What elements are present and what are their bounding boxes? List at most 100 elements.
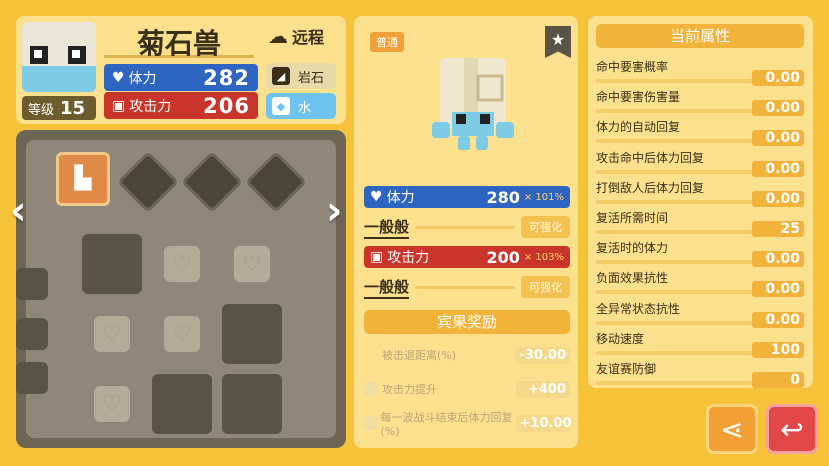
rarity-badge: 普通 xyxy=(370,32,404,52)
attribute-label: 体力的自动回复 xyxy=(596,120,681,135)
attribute-value: 0.00 xyxy=(752,311,804,328)
attribute-label: 全异常状态抗性 xyxy=(596,301,681,316)
atk-grade: 一般般 xyxy=(364,276,410,299)
pokemon-avatar[interactable] xyxy=(22,22,96,92)
water-icon: ◆ xyxy=(272,97,290,115)
detail-atk-label: 攻击力 xyxy=(387,250,430,266)
bonus-value-3: +10.00 xyxy=(515,414,572,432)
attribute-row: 移动速度 100 xyxy=(596,328,804,358)
ranged-icon: ☁ xyxy=(268,24,288,48)
attribute-row: 负面效果抗性 0.00 xyxy=(596,267,804,298)
move-slot-3[interactable] xyxy=(152,374,212,434)
attribute-value: 0 xyxy=(752,372,804,388)
slot-active[interactable]: ▙ xyxy=(56,152,110,206)
attribute-row: 体力的自动回复 0.00 xyxy=(596,116,804,147)
attribute-row: 友谊赛防御 0 xyxy=(596,358,804,388)
attribute-label: 攻击命中后体力回复 xyxy=(596,150,705,165)
next-arrow[interactable]: › xyxy=(326,188,342,234)
attribute-row: 攻击命中后体力回复 0.00 xyxy=(596,147,804,177)
bonus-row-1: 被击退距离(%) -30.00 xyxy=(364,344,570,366)
role-label: 远程 xyxy=(292,28,325,47)
detail-hp-value: 280 xyxy=(486,187,520,207)
attribute-label: 复活所需时间 xyxy=(596,211,669,225)
attribute-value: 100 xyxy=(752,341,804,358)
bonus-row-3: 每一波战斗结束后体力回复(%) +10.00 xyxy=(364,411,572,438)
bonus-value-2: +400 xyxy=(516,380,570,398)
level-label: 等级 xyxy=(28,102,55,118)
attribute-label: 负面效果抗性 xyxy=(596,271,669,286)
detail-atk: ▣ 攻击力 200 × 103% xyxy=(364,246,570,268)
heart-slot-5[interactable]: ♡ xyxy=(94,386,130,422)
attributes-title: 当前属性 xyxy=(596,24,804,48)
attribute-label: 命中要害伤害量 xyxy=(596,90,681,105)
atk-label: 攻击力 xyxy=(129,98,172,115)
hp-value: 282 xyxy=(203,65,250,90)
hp-label: 体力 xyxy=(128,70,157,87)
bonus-check-icon xyxy=(364,416,377,430)
detail-hp-pct: × 101% xyxy=(523,191,564,203)
attribute-value: 0.00 xyxy=(752,130,804,147)
attribute-value: 0.00 xyxy=(752,70,804,86)
side-slot-2[interactable] xyxy=(16,318,48,350)
side-slot-3[interactable] xyxy=(16,362,48,394)
hp-stat: ♥ 体力 282 xyxy=(104,64,258,91)
attribute-value: 0.00 xyxy=(752,281,804,298)
bonus-label-1: 被击退距离(%) xyxy=(382,349,457,362)
level-box: 等级 15 xyxy=(22,96,96,120)
back-button[interactable]: ↩ xyxy=(766,404,818,454)
type-rock[interactable]: ◢ 岩石 xyxy=(266,63,336,89)
heart-icon: ♥ xyxy=(370,189,383,205)
heart-slot-2[interactable]: ♡ xyxy=(234,246,270,282)
attribute-label: 移动速度 xyxy=(596,331,645,346)
attribute-row: 复活时的体力 0.00 xyxy=(596,237,804,268)
detail-atk-value: 200 xyxy=(486,247,520,267)
prev-arrow[interactable]: ‹ xyxy=(10,188,26,234)
return-icon: ↩ xyxy=(780,412,804,446)
atk-grade-bar xyxy=(415,285,515,289)
attribute-label: 友谊赛防御 xyxy=(596,362,657,376)
atk-value: 206 xyxy=(203,93,250,118)
bonus-value-1: -30.00 xyxy=(515,346,570,364)
hp-grade-row: 一般般 可强化 xyxy=(364,216,570,239)
attribute-label: 命中要害概率 xyxy=(596,60,669,74)
move-slot-2[interactable] xyxy=(222,304,282,364)
hp-upgrade-button[interactable]: 可强化 xyxy=(521,216,570,238)
detail-atk-pct: × 103% xyxy=(523,251,564,263)
rock-icon: ◢ xyxy=(272,67,290,85)
heart-slot-4[interactable]: ♡ xyxy=(164,316,200,352)
heart-slot-1[interactable]: ♡ xyxy=(164,246,200,282)
move-slot-4[interactable] xyxy=(222,374,282,434)
attribute-value: 25 xyxy=(752,221,804,237)
heart-icon: ♥ xyxy=(112,69,125,86)
attribute-value: 0.00 xyxy=(752,190,804,207)
type-water-label: 水 xyxy=(298,100,312,116)
pokemon-name: 菊石兽 xyxy=(104,22,254,60)
bonus-label-2: 攻击力提升 xyxy=(382,383,437,396)
level-value: 15 xyxy=(60,97,86,119)
attribute-row: 打倒敌人后体力回复 0.00 xyxy=(596,177,804,207)
attribute-value: 0.00 xyxy=(752,160,804,177)
heart-slot-3[interactable]: ♡ xyxy=(94,316,130,352)
side-slot-1[interactable] xyxy=(16,268,48,300)
bonus-label-3: 每一波战斗结束后体力回复(%) xyxy=(380,410,513,438)
bonus-check-icon xyxy=(364,382,378,396)
bingo-bonus-title: 宾果奖励 xyxy=(364,310,570,334)
attribute-value: 0.00 xyxy=(752,251,804,268)
role-indicator: ☁ 远程 xyxy=(268,24,324,48)
move-slot-1[interactable] xyxy=(82,234,142,294)
detail-hp-label: 体力 xyxy=(386,190,415,206)
atk-stat: ▣ 攻击力 206 xyxy=(104,92,258,119)
bonus-row-2: 攻击力提升 +400 xyxy=(364,378,570,400)
attack-icon: ▣ xyxy=(370,249,384,265)
share-button[interactable]: ⋖ xyxy=(706,404,758,454)
attribute-label: 打倒敌人后体力回复 xyxy=(596,180,705,195)
attribute-row: 命中要害概率 0.00 xyxy=(596,56,804,86)
type-water[interactable]: ◆ 水 xyxy=(266,93,336,119)
atk-grade-row: 一般般 可强化 xyxy=(364,276,570,299)
attribute-row: 复活所需时间 25 xyxy=(596,207,804,237)
hp-grade-bar xyxy=(415,225,515,229)
attribute-row: 命中要害伤害量 0.00 xyxy=(596,86,804,117)
atk-upgrade-button[interactable]: 可强化 xyxy=(521,276,570,298)
attribute-label: 复活时的体力 xyxy=(596,241,669,256)
factory-icon: ▙ xyxy=(74,166,92,191)
